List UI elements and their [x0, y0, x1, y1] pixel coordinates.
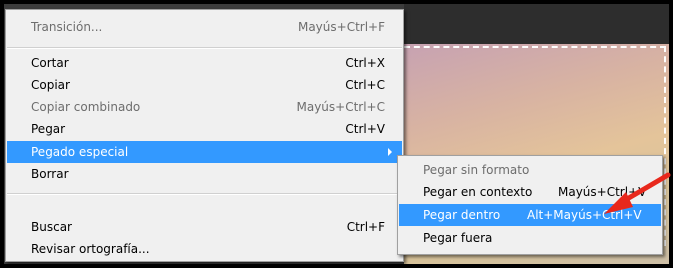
menu-item-revisar-ortografia[interactable]: Revisar ortografía...: [7, 238, 402, 260]
selection-marquee-top: [404, 46, 666, 48]
selection-marquee-right: [664, 46, 666, 246]
menu-item-label: Borrar: [31, 167, 69, 181]
menu-item-label: Pegar: [31, 122, 66, 136]
menu-item-shortcut: Ctrl+F: [346, 220, 385, 234]
submenu-item-pegar-fuera[interactable]: Pegar fuera: [399, 227, 661, 249]
toolbar-strip: [404, 4, 669, 44]
menu-item-shortcut: Mayús+Ctrl+C: [296, 100, 385, 114]
submenu-item-shortcut: Mayús+Ctrl+V: [558, 185, 647, 199]
submenu-item-label: Pegar dentro: [423, 208, 501, 222]
menu-item-pegar[interactable]: Pegar Ctrl+V: [7, 118, 402, 140]
submenu-item-label: Pegar fuera: [423, 231, 493, 245]
menu-item-borrar[interactable]: Borrar: [7, 163, 402, 185]
menu-item-copiar[interactable]: Copiar Ctrl+C: [7, 74, 402, 96]
menu-item-shortcut: Mayús+Ctrl+F: [297, 20, 385, 34]
pegado-especial-submenu: Pegar sin formato Pegar en contexto Mayú…: [397, 155, 663, 255]
menu-item-shortcut: Ctrl+C: [345, 78, 385, 92]
menu-item-label: Cortar: [31, 56, 69, 70]
menu-item-copiar-combinado[interactable]: Copiar combinado Mayús+Ctrl+C: [7, 96, 402, 118]
menu-item-label: Revisar ortografía...: [31, 242, 150, 256]
menu-item-buscar[interactable]: Buscar Ctrl+F: [7, 216, 402, 238]
submenu-item-shortcut: Alt+Mayús+Ctrl+V: [527, 208, 642, 222]
menu-item-shortcut: Ctrl+V: [345, 122, 385, 136]
menu-item-label: Buscar: [31, 220, 72, 234]
menu-item-shortcut: Ctrl+X: [345, 56, 385, 70]
submenu-item-pegar-dentro[interactable]: Pegar dentro Alt+Mayús+Ctrl+V: [399, 204, 661, 226]
chevron-right-icon: [388, 148, 392, 156]
menu-separator: [7, 193, 402, 195]
submenu-item-label: Pegar en contexto: [423, 185, 533, 199]
menu-item-label: Pegado especial: [31, 145, 129, 159]
menu-item-pegado-especial[interactable]: Pegado especial: [7, 141, 402, 163]
menu-separator: [7, 47, 402, 49]
menu-item-label: Copiar combinado: [31, 100, 141, 114]
menu-item-transicion[interactable]: Transición... Mayús+Ctrl+F: [7, 16, 402, 38]
submenu-item-label: Pegar sin formato: [423, 163, 530, 177]
submenu-item-pegar-en-contexto[interactable]: Pegar en contexto Mayús+Ctrl+V: [399, 181, 661, 203]
menu-item-label: Copiar: [31, 78, 70, 92]
edit-menu: Transición... Mayús+Ctrl+F Cortar Ctrl+X…: [5, 9, 404, 262]
submenu-item-pegar-sin-formato[interactable]: Pegar sin formato: [399, 159, 661, 181]
menu-item-cortar[interactable]: Cortar Ctrl+X: [7, 52, 402, 74]
menu-item-label: Transición...: [31, 20, 103, 34]
